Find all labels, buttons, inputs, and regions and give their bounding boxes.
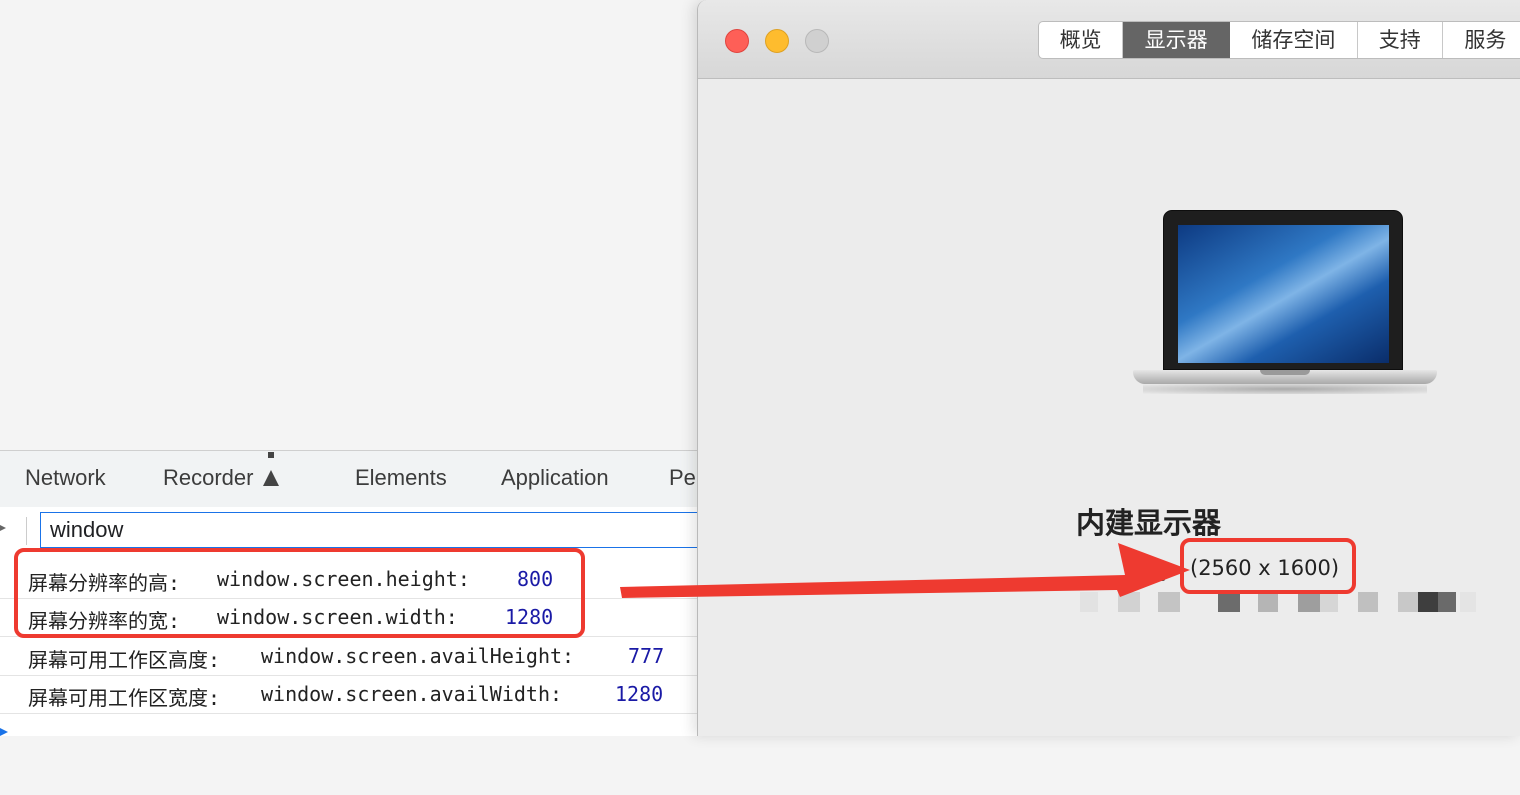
tab-recorder[interactable]: Recorder — [163, 452, 280, 491]
about-this-mac-window: 概览 显示器 储存空间 支持 服务 内建显示器 寸 (2560 x 1600) — [697, 0, 1520, 736]
display-name: 内建显示器 — [1076, 506, 1222, 540]
tab-performance[interactable]: Pe — [669, 465, 696, 491]
annotation-box-devtools — [14, 548, 585, 638]
tab-performance-label: Pe — [669, 465, 696, 490]
log-label: 屏幕可用工作区宽度: — [28, 686, 221, 710]
tab-overview[interactable]: 概览 — [1039, 22, 1124, 58]
segmented-tab-control: 概览 显示器 储存空间 支持 服务 — [1038, 21, 1520, 59]
laptop-lid — [1163, 210, 1403, 370]
tab-elements-label: Elements — [355, 465, 447, 490]
laptop-shadow — [1143, 384, 1427, 394]
toolbar-divider — [26, 517, 27, 545]
chevron-right-icon[interactable] — [0, 523, 6, 533]
tab-support[interactable]: 支持 — [1358, 22, 1443, 58]
log-label: 屏幕可用工作区高度: — [28, 648, 221, 672]
laptop-notch — [1260, 370, 1310, 375]
window-titlebar: 概览 显示器 储存空间 支持 服务 — [698, 0, 1520, 79]
console-log-row: 屏幕可用工作区高度: window.screen.availHeight: 77… — [0, 637, 700, 676]
log-expression: window.screen.availHeight: — [261, 644, 575, 668]
devtools-tab-bar: Network Recorder Elements Application Pe — [0, 450, 700, 508]
zoom-window-button[interactable] — [805, 29, 829, 53]
minimize-window-button[interactable] — [765, 29, 789, 53]
console-log-row: 屏幕可用工作区宽度: window.screen.availWidth: 128… — [0, 675, 700, 714]
log-value: 1280 — [615, 682, 664, 706]
tab-displays[interactable]: 显示器 — [1123, 22, 1231, 58]
display-size-label: 寸 — [1150, 560, 1171, 584]
laptop-screen — [1178, 225, 1389, 363]
console-filter-input[interactable] — [40, 512, 700, 548]
tab-recorder-label: Recorder — [163, 465, 254, 490]
annotation-box-resolution — [1180, 538, 1356, 594]
tab-application-label: Application — [501, 465, 609, 490]
tab-network-label: Network — [25, 465, 106, 490]
tab-elements[interactable]: Elements — [355, 465, 447, 491]
tab-service[interactable]: 服务 — [1443, 22, 1520, 58]
close-window-button[interactable] — [725, 29, 749, 53]
log-value: 777 — [628, 644, 665, 668]
pixelated-redaction — [1080, 592, 1480, 614]
laptop-illustration — [1133, 210, 1437, 396]
tab-storage[interactable]: 储存空间 — [1230, 22, 1358, 58]
flask-icon — [263, 452, 280, 486]
log-expression: window.screen.availWidth: — [261, 682, 563, 706]
tab-network[interactable]: Network — [25, 465, 106, 491]
tab-application[interactable]: Application — [501, 465, 609, 491]
